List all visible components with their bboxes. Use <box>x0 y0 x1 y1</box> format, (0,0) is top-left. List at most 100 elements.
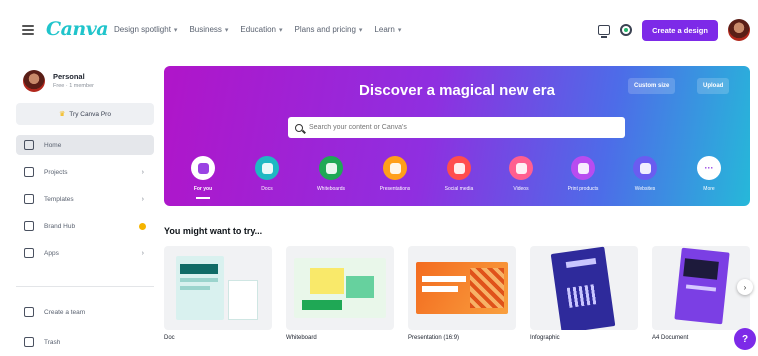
hero-banner: Discover a magical new era Custom size U… <box>164 66 750 206</box>
chevron-right-icon: › <box>141 249 144 257</box>
canva-logo[interactable]: Canva <box>46 18 109 40</box>
chevron-down-icon: ▾ <box>173 26 178 34</box>
sidebar-item-label: Trash <box>44 338 61 346</box>
template-card-a4-document[interactable] <box>652 246 750 330</box>
sidebar-item-label: Projects <box>44 168 68 176</box>
apps-icon <box>24 248 34 258</box>
nav-business[interactable]: Business ▾ <box>189 25 228 34</box>
category-whiteboards[interactable]: Whiteboards <box>303 156 359 192</box>
avatar[interactable] <box>728 19 750 41</box>
category-label: Docs <box>261 186 273 192</box>
sidebar-item-home[interactable]: Home <box>16 135 154 155</box>
help-button[interactable]: ? <box>734 328 756 350</box>
sidebar-item-label: Brand Hub <box>44 222 76 230</box>
sidebar-item-label: Apps <box>44 249 59 257</box>
template-card-presentation[interactable] <box>408 246 516 330</box>
folder-icon <box>24 167 34 177</box>
sidebar-item-label: Create a team <box>44 308 86 316</box>
nav-learn[interactable]: Learn ▾ <box>374 25 401 34</box>
card-label: Doc <box>164 335 175 341</box>
card-label: Presentation (16:9) <box>408 335 460 341</box>
nav-plans-pricing[interactable]: Plans and pricing ▾ <box>295 25 363 34</box>
card-label: Whiteboard <box>286 335 317 341</box>
account-subtitle: Free · 1 member <box>53 83 94 89</box>
nav-label: Education <box>240 25 277 34</box>
sparkle-icon <box>191 156 215 180</box>
video-icon <box>509 156 533 180</box>
main-nav: Design spotlight ▾ Business ▾ Education ▾ P… <box>114 25 401 34</box>
nav-design-spotlight[interactable]: Design spotlight ▾ <box>114 25 177 34</box>
category-for-you[interactable]: For you <box>175 156 231 199</box>
try-pro-button[interactable]: ♛ Try Canva Pro <box>16 103 154 125</box>
templates-icon <box>24 194 34 204</box>
category-label: Videos <box>513 186 529 192</box>
sidebar-divider <box>16 286 154 287</box>
crown-icon: ♛ <box>59 111 66 118</box>
sidebar-item-brand-hub[interactable]: Brand Hub <box>16 216 154 236</box>
category-social-media[interactable]: Social media <box>431 156 487 192</box>
whiteboard-icon <box>319 156 343 180</box>
sidebar: Personal Free · 1 member ♛ Try Canva Pro… <box>0 60 160 356</box>
category-label: Print products <box>567 186 599 192</box>
category-label: Whiteboards <box>316 186 346 192</box>
heart-icon <box>447 156 471 180</box>
template-card-whiteboard[interactable] <box>286 246 394 330</box>
nav-education[interactable]: Education ▾ <box>240 25 282 34</box>
create-design-button[interactable]: Create a design <box>642 20 718 41</box>
account-avatar[interactable] <box>23 70 45 92</box>
card-label: A4 Document <box>652 335 689 341</box>
sidebar-item-templates[interactable]: Templates › <box>16 189 154 209</box>
search-input[interactable] <box>309 124 609 131</box>
suggestions-title: You might want to try... <box>164 226 263 236</box>
nav-label: Business <box>189 25 222 34</box>
template-card-infographic[interactable] <box>530 246 638 330</box>
card-label: Infographic <box>530 335 560 341</box>
category-more[interactable]: ··· More <box>681 156 737 192</box>
settings-icon[interactable] <box>620 24 632 36</box>
sidebar-item-apps[interactable]: Apps › <box>16 243 154 263</box>
category-label: More <box>703 186 715 192</box>
chevron-right-icon: › <box>141 168 144 176</box>
website-icon <box>633 156 657 180</box>
nav-label: Design spotlight <box>114 25 171 34</box>
doc-icon <box>255 156 279 180</box>
team-icon <box>24 307 34 317</box>
search-icon <box>295 123 303 132</box>
category-label: For you <box>193 186 213 192</box>
category-label: Websites <box>634 186 656 192</box>
sidebar-item-label: Home <box>44 141 62 149</box>
category-label: Presentations <box>379 186 411 192</box>
try-pro-label: Try Canva Pro <box>69 110 111 118</box>
more-icon: ··· <box>697 156 721 180</box>
menu-icon[interactable] <box>22 25 34 35</box>
category-websites[interactable]: Websites <box>617 156 673 192</box>
sidebar-item-trash[interactable]: Trash <box>16 332 154 352</box>
upload-button[interactable]: Upload <box>697 78 730 94</box>
presentation-icon <box>383 156 407 180</box>
home-icon <box>24 140 34 150</box>
category-presentations[interactable]: Presentations <box>367 156 423 192</box>
desktop-app-icon[interactable] <box>598 25 610 38</box>
chevron-down-icon: ▾ <box>224 26 229 34</box>
category-docs[interactable]: Docs <box>239 156 295 192</box>
trash-icon <box>24 337 34 347</box>
category-print-products[interactable]: Print products <box>555 156 611 192</box>
nav-label: Learn <box>374 25 395 34</box>
sidebar-item-label: Templates <box>44 195 74 203</box>
category-label: Social media <box>444 186 474 192</box>
sidebar-item-create-team[interactable]: Create a team <box>16 302 154 322</box>
account-name[interactable]: Personal <box>53 72 85 81</box>
custom-size-button[interactable]: Custom size <box>628 78 676 94</box>
print-icon <box>571 156 595 180</box>
chevron-down-icon: ▾ <box>279 26 283 34</box>
carousel-next-button[interactable]: › <box>737 279 753 295</box>
category-videos[interactable]: Videos <box>493 156 549 192</box>
pro-badge-icon <box>139 222 146 230</box>
chevron-right-icon: › <box>141 195 144 203</box>
chevron-down-icon: ▾ <box>397 26 402 34</box>
template-card-doc[interactable] <box>164 246 272 330</box>
brand-icon <box>24 221 34 231</box>
search-bar[interactable] <box>288 117 625 138</box>
top-navigation-bar: Canva Design spotlight ▾ Business ▾ Educat… <box>0 0 758 60</box>
sidebar-item-projects[interactable]: Projects › <box>16 162 154 182</box>
